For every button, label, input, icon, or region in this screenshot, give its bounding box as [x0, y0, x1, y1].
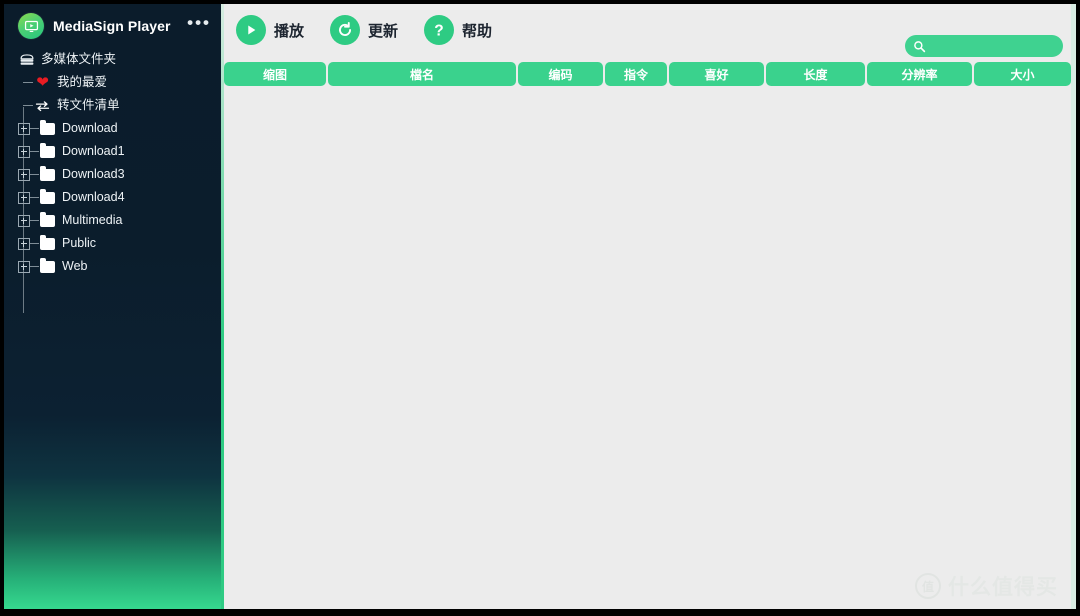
- folder-tree: 多媒体文件夹 ❤ 我的最爱 转文件清单 Download Download1 D…: [4, 48, 221, 313]
- file-list[interactable]: [224, 88, 1071, 609]
- tree-tick: [23, 82, 33, 83]
- sidebar-header: MediaSign Player •••: [4, 4, 221, 44]
- tree-item-download4[interactable]: Download4: [4, 186, 221, 209]
- folder-icon: [39, 142, 56, 159]
- tree-item-favourites[interactable]: ❤ 我的最爱: [4, 71, 221, 94]
- search-input[interactable]: [931, 38, 1055, 54]
- column-header-command[interactable]: 指令: [605, 62, 667, 86]
- play-button-label: 播放: [274, 22, 305, 40]
- tree-tick: [30, 197, 39, 198]
- sidebar: MediaSign Player ••• 多媒体文件夹 ❤ 我的最爱 转文件清单…: [4, 4, 221, 609]
- overflow-menu-icon[interactable]: •••: [187, 14, 211, 32]
- column-header-size[interactable]: 大小: [974, 62, 1071, 86]
- search-icon: [913, 40, 926, 53]
- file-table-header: 缩图 檔名 编码 指令 喜好 长度 分辨率 大小: [224, 62, 1071, 86]
- folder-icon: [39, 234, 56, 251]
- tree-item-label: 我的最爱: [57, 75, 108, 90]
- tree-item-download[interactable]: Download: [4, 117, 221, 140]
- search-box[interactable]: [905, 35, 1063, 57]
- right-accent-bar: [1071, 4, 1076, 609]
- tree-item-label: Public: [62, 236, 97, 251]
- tree-tick: [30, 243, 39, 244]
- tree-item-label: Download1: [62, 144, 125, 159]
- app-title: MediaSign Player: [53, 18, 171, 34]
- tree-item-label: Download4: [62, 190, 125, 205]
- play-button[interactable]: 播放: [236, 15, 304, 45]
- tree-tick: [30, 128, 39, 129]
- refresh-icon: [330, 15, 361, 45]
- expand-icon[interactable]: [18, 237, 30, 250]
- expand-icon[interactable]: [18, 122, 30, 135]
- tree-item-download1[interactable]: Download1: [4, 140, 221, 163]
- tree-item-label: 多媒体文件夹: [41, 52, 117, 67]
- tree-item-label: Multimedia: [62, 213, 123, 228]
- tree-item-label: 转文件清单: [57, 98, 120, 113]
- tree-item-download3[interactable]: Download3: [4, 163, 221, 186]
- folder-icon: [39, 188, 56, 205]
- play-icon: [236, 15, 266, 45]
- column-header-favourite[interactable]: 喜好: [669, 62, 764, 86]
- help-button[interactable]: ? 帮助: [424, 15, 492, 45]
- transfer-arrows-icon: [34, 98, 51, 113]
- refresh-button-label: 更新: [368, 22, 399, 40]
- heart-icon: ❤: [36, 74, 49, 91]
- tree-tick: [30, 151, 39, 152]
- tree-tick: [30, 266, 39, 267]
- column-header-resolution[interactable]: 分辨率: [867, 62, 972, 86]
- tree-item-root[interactable]: 多媒体文件夹: [4, 48, 221, 71]
- folder-icon: [39, 211, 56, 228]
- expand-icon[interactable]: [18, 168, 30, 181]
- refresh-button[interactable]: 更新: [330, 15, 398, 45]
- help-icon: ?: [424, 15, 455, 45]
- expand-icon[interactable]: [18, 191, 30, 204]
- expand-icon[interactable]: [18, 260, 30, 273]
- tree-item-transfer-list[interactable]: 转文件清单: [4, 94, 221, 117]
- main-panel: 播放 更新 ? 帮助 缩图 檔名 编码 指令 喜好 长度 分辨率 大小 值 什么…: [221, 4, 1076, 609]
- media-player-monitor-icon: [18, 13, 44, 39]
- column-header-duration[interactable]: 长度: [766, 62, 865, 86]
- tree-item-label: Web: [62, 259, 88, 274]
- nas-server-icon: [18, 52, 35, 67]
- expand-icon[interactable]: [18, 145, 30, 158]
- tree-item-label: Download: [62, 121, 118, 136]
- tree-item-public[interactable]: Public: [4, 232, 221, 255]
- tree-item-label: Download3: [62, 167, 125, 182]
- folder-icon: [39, 257, 56, 274]
- tree-item-multimedia[interactable]: Multimedia: [4, 209, 221, 232]
- column-header-thumbnail[interactable]: 缩图: [224, 62, 326, 86]
- svg-text:?: ?: [434, 22, 443, 39]
- folder-icon: [39, 165, 56, 182]
- expand-icon[interactable]: [18, 214, 30, 227]
- folder-icon: [39, 119, 56, 136]
- tree-tick: [30, 220, 39, 221]
- tree-tick: [23, 105, 33, 106]
- tree-tick: [30, 174, 39, 175]
- column-header-codec[interactable]: 编码: [518, 62, 603, 86]
- help-button-label: 帮助: [462, 22, 493, 40]
- column-header-filename[interactable]: 檔名: [328, 62, 516, 86]
- app-window: MediaSign Player ••• 多媒体文件夹 ❤ 我的最爱 转文件清单…: [0, 0, 1080, 616]
- tree-item-web[interactable]: Web: [4, 255, 221, 278]
- toolbar: 播放 更新 ? 帮助: [221, 4, 1076, 57]
